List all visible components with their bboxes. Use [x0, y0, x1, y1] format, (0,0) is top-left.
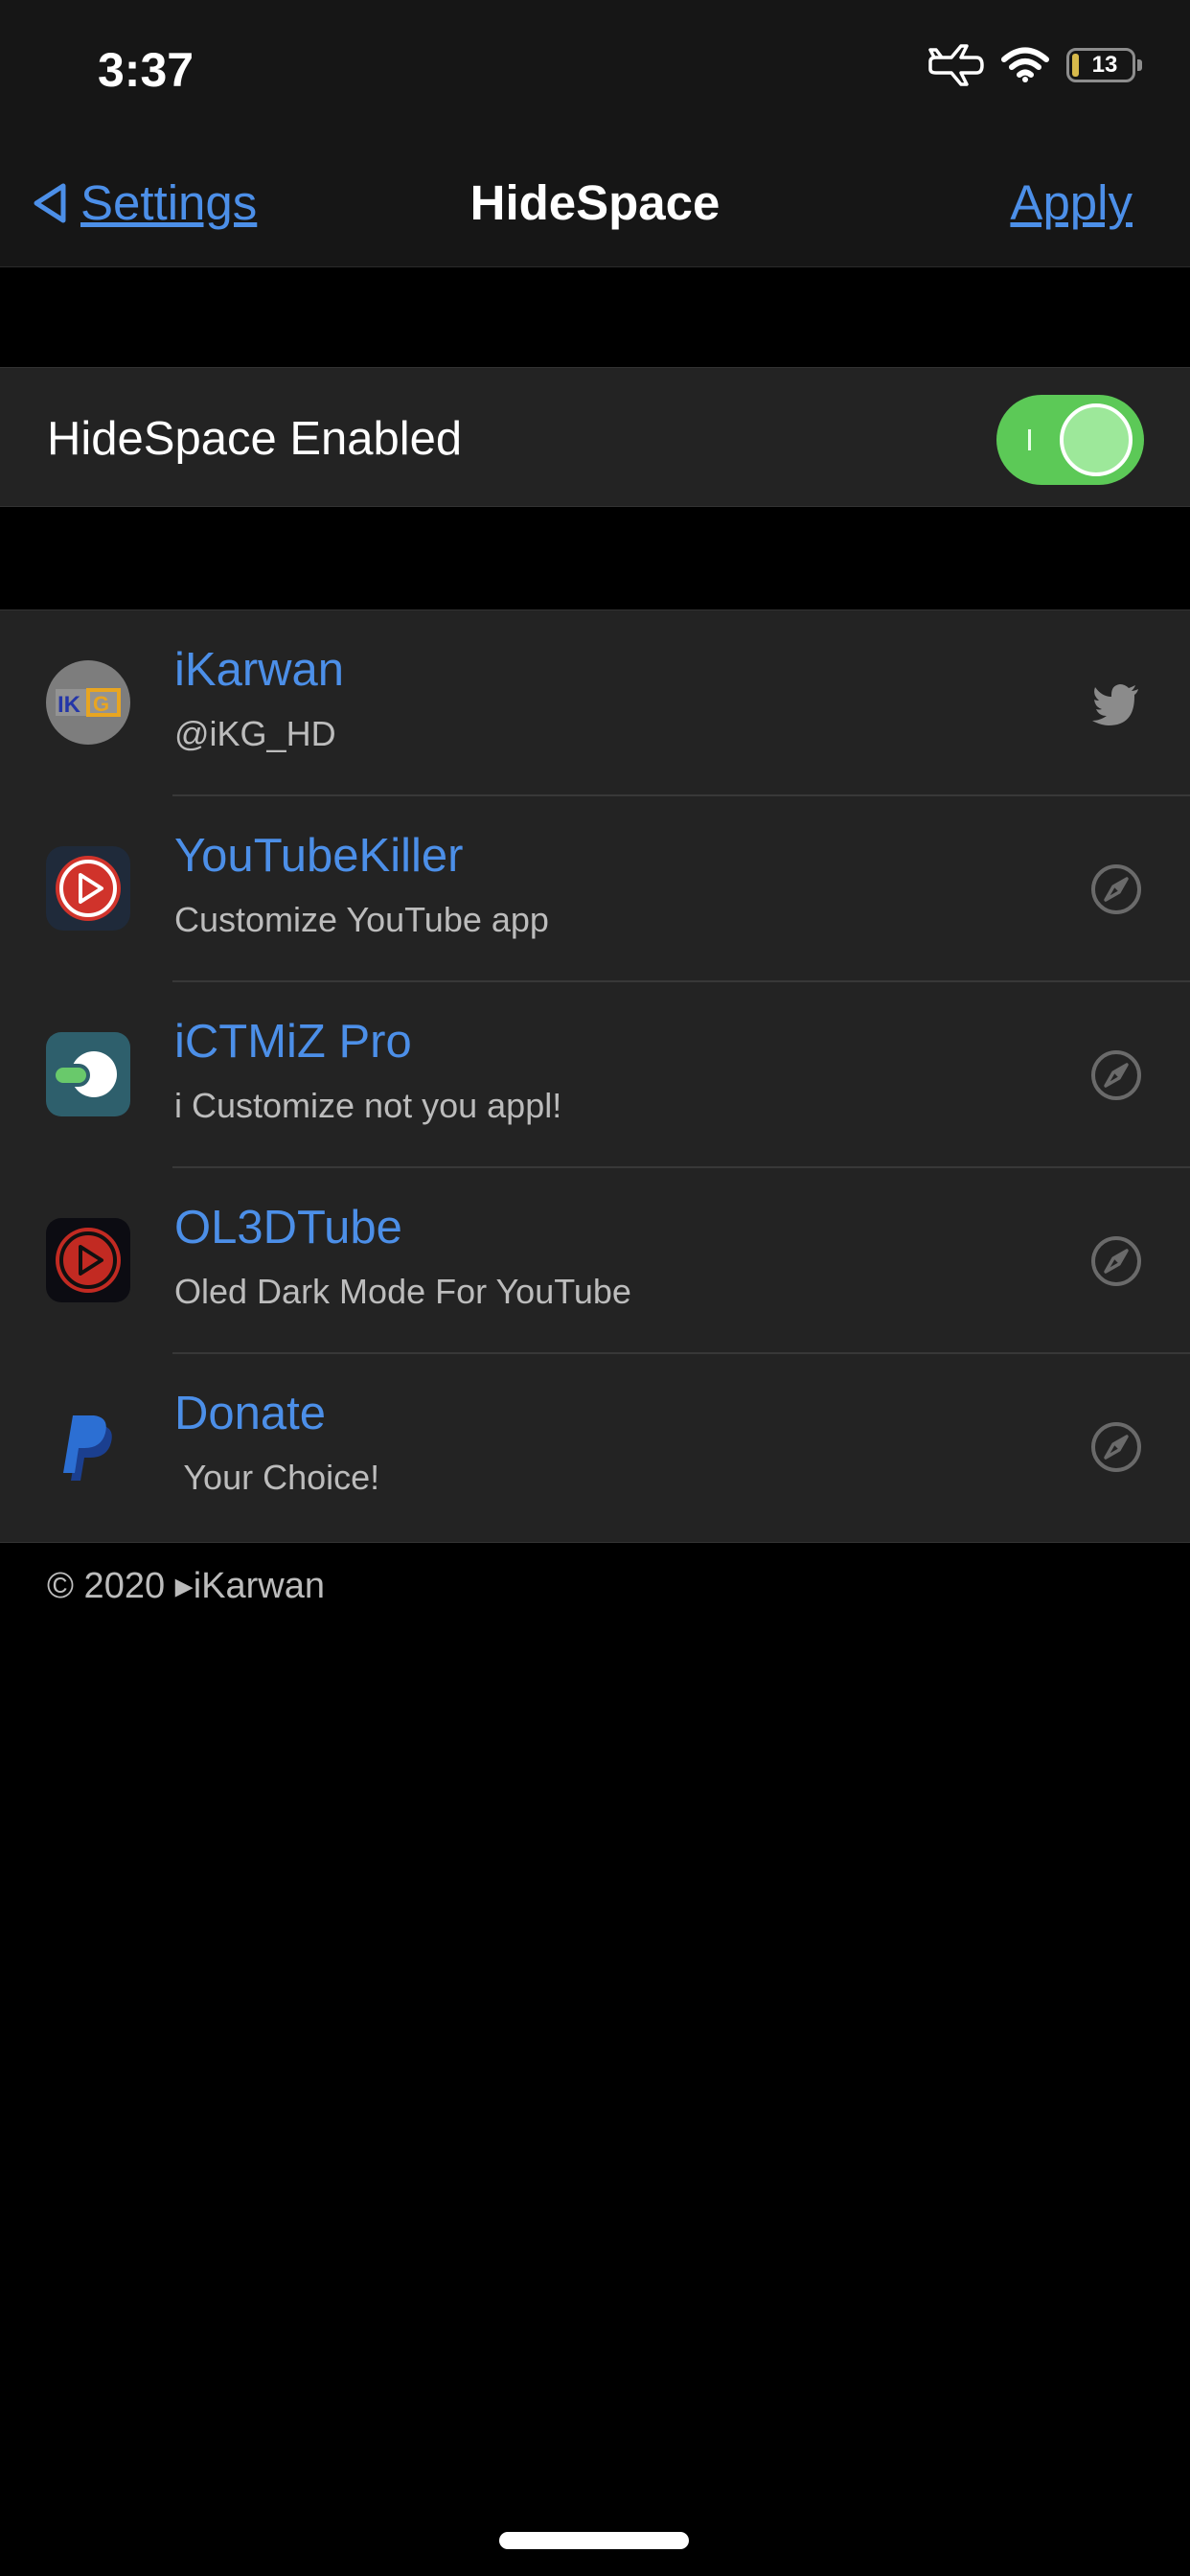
wifi-icon — [1001, 47, 1049, 82]
ol3dtube-icon — [46, 1218, 130, 1302]
list-item-donate[interactable]: Donate Your Choice! — [0, 1354, 1190, 1540]
switch-on-indicator — [1028, 429, 1031, 450]
status-time: 3:37 — [98, 43, 195, 97]
airplane-icon — [928, 44, 984, 86]
enable-switch[interactable] — [996, 395, 1144, 485]
safari-compass-icon — [1091, 1236, 1141, 1286]
safari-compass-icon — [1091, 1422, 1141, 1472]
screen: 3:37 13 Settings HideSpace Apply HideSpa… — [0, 0, 1190, 2576]
row-subtitle: Oled Dark Mode For YouTube — [174, 1272, 631, 1311]
paypal-icon — [63, 1415, 112, 1481]
row-subtitle: @iKG_HD — [174, 714, 336, 753]
apply-button[interactable]: Apply — [1010, 174, 1133, 231]
youtubekiller-icon — [46, 846, 130, 931]
safari-compass-icon — [1091, 864, 1141, 914]
ictmiz-icon — [46, 1032, 130, 1116]
list-item-ictmiz-pro[interactable]: iCTMiZ Pro i Customize not you appl! — [0, 982, 1190, 1168]
home-indicator[interactable] — [499, 2532, 689, 2549]
row-title: Donate — [174, 1388, 327, 1439]
enable-toggle-cell: HideSpace Enabled — [0, 367, 1190, 507]
row-title: iKarwan — [174, 644, 345, 696]
switch-knob — [1060, 403, 1133, 476]
ikg-logo-icon: IK G — [46, 660, 130, 745]
row-subtitle: Your Choice! — [174, 1458, 380, 1497]
battery-level: 13 — [1091, 52, 1118, 78]
svg-text:G: G — [93, 692, 109, 716]
navigation-bar: Settings HideSpace Apply — [0, 144, 1190, 267]
links-list: IK G iKarwan @iKG_HD YouTubeKiller Custo… — [0, 610, 1190, 1543]
row-title: YouTubeKiller — [174, 830, 464, 882]
status-bar: 3:37 13 — [0, 0, 1190, 144]
list-item-youtubekiller[interactable]: YouTubeKiller Customize YouTube app — [0, 796, 1190, 982]
footer-copyright: © 2020 ▸iKarwan — [47, 1566, 326, 1606]
battery-icon: 13 — [1066, 48, 1142, 82]
svg-text:IK: IK — [57, 692, 81, 718]
twitter-icon — [1092, 684, 1138, 725]
row-title: OL3DTube — [174, 1202, 402, 1254]
row-subtitle: Customize YouTube app — [174, 900, 549, 939]
row-subtitle: i Customize not you appl! — [174, 1086, 562, 1125]
safari-compass-icon — [1091, 1050, 1141, 1100]
toggle-label: HideSpace Enabled — [47, 413, 463, 465]
list-item-ikarwan[interactable]: IK G iKarwan @iKG_HD — [0, 610, 1190, 796]
row-title: iCTMiZ Pro — [174, 1016, 412, 1068]
status-icons: 13 — [928, 44, 1142, 86]
list-item-ol3dtube[interactable]: OL3DTube Oled Dark Mode For YouTube — [0, 1168, 1190, 1354]
